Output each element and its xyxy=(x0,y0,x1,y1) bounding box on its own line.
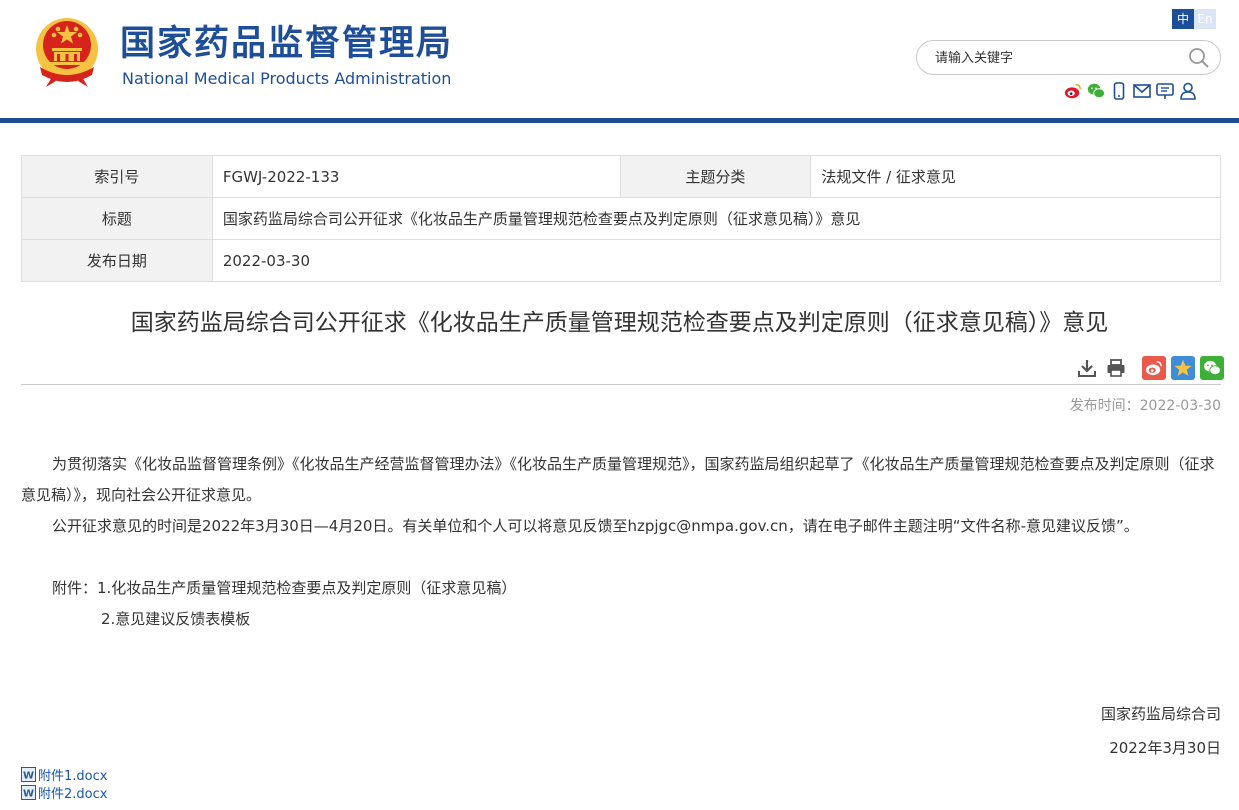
topic-value: 法规文件 / 征求意见 xyxy=(810,155,1221,198)
date-label: 发布日期 xyxy=(21,239,213,282)
svg-text:W: W xyxy=(23,788,34,799)
table-row: 标题 国家药监局综合司公开征求《化妆品生产质量管理规范检查要点及判定原则（征求意… xyxy=(21,197,1222,240)
language-switch: 中 En xyxy=(1172,9,1216,29)
attachment-line: 附件：1.化妆品生产质量管理规范检查要点及判定原则（征求意见稿） xyxy=(52,579,517,597)
search-icon[interactable] xyxy=(1188,47,1210,69)
mobile-icon[interactable] xyxy=(1110,81,1128,101)
document-info-table: 索引号 FGWJ-2022-133 主题分类 法规文件 / 征求意见 标题 国家… xyxy=(21,155,1222,282)
national-emblem-icon[interactable] xyxy=(32,15,102,89)
header-divider xyxy=(0,118,1239,123)
topic-label: 主题分类 xyxy=(619,155,812,198)
title-divider xyxy=(21,384,1221,385)
share-weibo-icon[interactable] xyxy=(1142,356,1166,380)
svg-text:W: W xyxy=(23,770,34,781)
file-name: 附件1.docx xyxy=(38,768,108,784)
word-doc-icon: W xyxy=(21,766,36,782)
feedback-icon[interactable] xyxy=(1156,81,1174,101)
share-wechat-icon[interactable] xyxy=(1200,356,1224,380)
search-input[interactable] xyxy=(935,48,1175,68)
title-value: 国家药监局综合司公开征求《化妆品生产质量管理规范检查要点及判定原则（征求意见稿）… xyxy=(211,197,1222,240)
user-icon[interactable] xyxy=(1179,81,1197,101)
attachment-line: 2.意见建议反馈表模板 xyxy=(101,610,251,628)
social-links xyxy=(1064,81,1197,101)
article-tools xyxy=(1070,356,1224,380)
title-label: 标题 xyxy=(21,197,213,240)
word-doc-icon: W xyxy=(21,784,36,800)
index-value: FGWJ-2022-133 xyxy=(211,155,621,198)
article-paragraph: 公开征求意见的时间是2022年3月30日—4月20日。有关单位和个人可以将意见反… xyxy=(52,517,1139,535)
publish-time: 发布时间：2022-03-30 xyxy=(1069,398,1221,414)
file-link[interactable]: W 附件1.docx xyxy=(21,765,108,784)
site-name-cn[interactable]: 国家药品监督管理局 xyxy=(120,23,453,65)
weibo-icon[interactable] xyxy=(1064,81,1082,101)
site-name-en[interactable]: National Medical Products Administration xyxy=(122,69,451,89)
sign-organization: 国家药监局综合司 xyxy=(1100,705,1221,723)
table-row: 索引号 FGWJ-2022-133 主题分类 法规文件 / 征求意见 xyxy=(21,155,1221,198)
file-name: 附件2.docx xyxy=(38,786,108,802)
wechat-icon[interactable] xyxy=(1087,81,1105,101)
page-title: 国家药监局综合司公开征求《化妆品生产质量管理规范检查要点及判定原则（征求意见稿）… xyxy=(130,310,1109,336)
download-icon[interactable] xyxy=(1075,356,1099,380)
site-header: 国家药品监督管理局 National Medical Products Admi… xyxy=(0,0,1239,118)
date-value: 2022-03-30 xyxy=(211,239,1222,282)
print-icon[interactable] xyxy=(1104,356,1128,380)
article-content: 为贯彻落实《化妆品监督管理条例》《化妆品生产经营监督管理办法》《化妆品生产质量管… xyxy=(21,449,1221,635)
table-row: 发布日期 2022-03-30 xyxy=(21,239,1222,282)
sign-date: 2022年3月30日 xyxy=(1109,739,1221,757)
attachment-files: W 附件1.docx W 附件2.docx xyxy=(21,765,108,802)
lang-en-button[interactable]: En xyxy=(1194,9,1216,29)
lang-cn-button[interactable]: 中 xyxy=(1172,9,1194,29)
mail-icon[interactable] xyxy=(1133,81,1151,101)
file-link[interactable]: W 附件2.docx xyxy=(21,783,108,802)
article-paragraph: 为贯彻落实《化妆品监督管理条例》《化妆品生产经营监督管理办法》《化妆品生产质量管… xyxy=(21,455,1215,504)
index-label: 索引号 xyxy=(21,155,213,198)
search-box xyxy=(916,40,1221,75)
share-qzone-icon[interactable] xyxy=(1171,356,1195,380)
